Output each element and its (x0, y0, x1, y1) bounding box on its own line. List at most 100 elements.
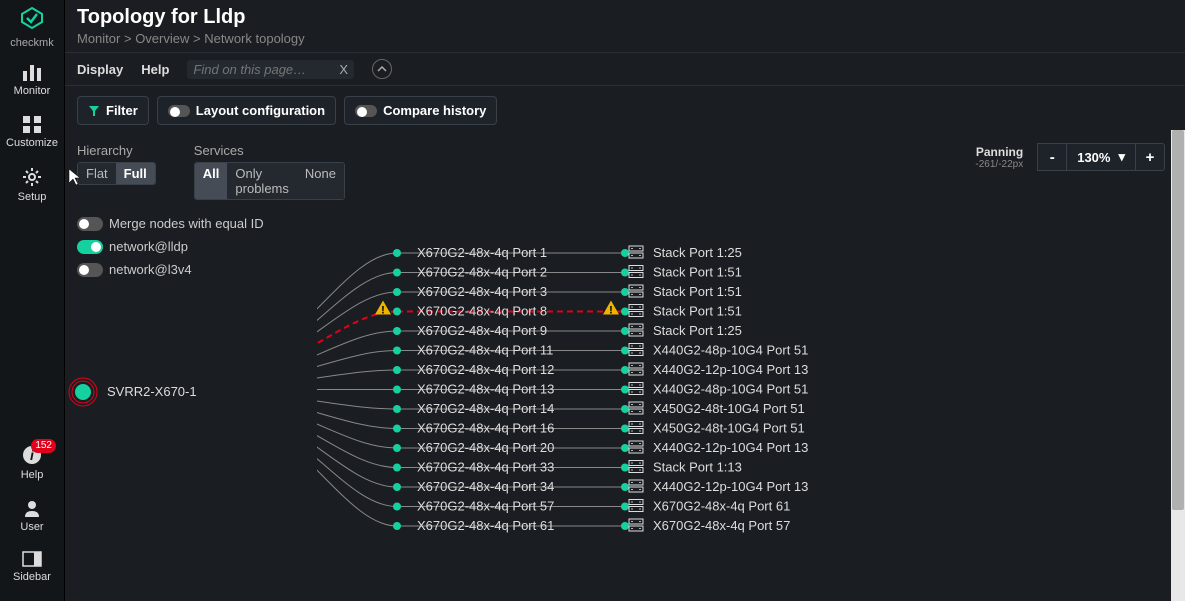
remote-label[interactable]: X450G2-48t-10G4 Port 51 (653, 401, 805, 416)
layout-config-button[interactable]: Layout configuration (157, 96, 336, 125)
remote-label[interactable]: Stack Port 1:51 (653, 304, 742, 319)
port-node[interactable] (621, 288, 629, 296)
menu-help[interactable]: Help (141, 62, 169, 77)
chevron-up-icon[interactable] (372, 59, 392, 79)
breadcrumb[interactable]: Monitor > Overview > Network topology (77, 31, 1173, 46)
port-node[interactable] (621, 405, 629, 413)
toggle-lldp-switch[interactable] (77, 240, 103, 254)
device-icon[interactable] (629, 422, 643, 434)
port-node[interactable] (393, 249, 401, 257)
remote-label[interactable]: X670G2-48x-4q Port 61 (653, 499, 790, 514)
port-label[interactable]: X670G2-48x-4q Port 3 (417, 284, 547, 299)
remote-label[interactable]: Stack Port 1:51 (653, 265, 742, 280)
device-icon[interactable] (629, 500, 643, 512)
nav-sidebar[interactable]: Sidebar (0, 551, 64, 583)
port-node[interactable] (393, 425, 401, 433)
port-label[interactable]: X670G2-48x-4q Port 11 (417, 343, 553, 358)
compare-history-button[interactable]: Compare history (344, 96, 497, 125)
port-label[interactable]: X670G2-48x-4q Port 2 (417, 265, 547, 280)
port-node[interactable] (393, 405, 401, 413)
scrollbar[interactable] (1171, 130, 1185, 601)
hierarchy-full[interactable]: Full (116, 163, 155, 184)
remote-label[interactable]: X440G2-12p-10G4 Port 13 (653, 362, 808, 377)
toggle-merge-switch[interactable] (77, 217, 103, 231)
zoom-in-button[interactable]: + (1135, 143, 1165, 171)
port-node[interactable] (621, 425, 629, 433)
remote-label[interactable]: Stack Port 1:13 (653, 460, 742, 475)
port-node[interactable] (621, 347, 629, 355)
services-only-problems[interactable]: Only problems (227, 163, 296, 199)
remote-label[interactable]: Stack Port 1:25 (653, 245, 742, 260)
device-icon[interactable] (629, 519, 643, 531)
device-icon[interactable] (629, 480, 643, 492)
port-node[interactable] (393, 386, 401, 394)
device-icon[interactable] (629, 266, 643, 278)
port-node[interactable] (621, 308, 629, 316)
port-node[interactable] (621, 503, 629, 511)
port-label[interactable]: X670G2-48x-4q Port 12 (417, 362, 554, 377)
port-node[interactable] (393, 308, 401, 316)
port-label[interactable]: X670G2-48x-4q Port 33 (417, 460, 554, 475)
nav-help[interactable]: 152 i Help (0, 445, 64, 481)
port-node[interactable] (621, 366, 629, 374)
clear-search-icon[interactable]: X (339, 62, 348, 77)
nav-setup[interactable]: Setup (0, 167, 64, 203)
remote-label[interactable]: X440G2-48p-10G4 Port 51 (653, 382, 808, 397)
zoom-value[interactable]: 130% ▾ (1067, 143, 1135, 171)
port-node[interactable] (393, 327, 401, 335)
port-node[interactable] (393, 483, 401, 491)
device-icon[interactable] (629, 461, 643, 473)
device-icon[interactable] (629, 324, 643, 336)
port-label[interactable]: X670G2-48x-4q Port 1 (417, 245, 547, 260)
port-node[interactable] (621, 464, 629, 472)
topology-canvas[interactable]: X670G2-48x-4q Port 1 Stack Port 1:25 X670G… (317, 143, 1173, 593)
remote-label[interactable]: Stack Port 1:25 (653, 323, 742, 338)
port-label[interactable]: X670G2-48x-4q Port 61 (417, 518, 554, 533)
port-node[interactable] (393, 288, 401, 296)
port-label[interactable]: X670G2-48x-4q Port 14 (417, 401, 554, 416)
port-node[interactable] (393, 269, 401, 277)
port-label[interactable]: X670G2-48x-4q Port 9 (417, 323, 547, 338)
nav-customize[interactable]: Customize (0, 115, 64, 149)
device-icon[interactable] (629, 246, 643, 258)
device-icon[interactable] (629, 285, 643, 297)
remote-label[interactable]: X440G2-12p-10G4 Port 13 (653, 479, 808, 494)
menu-display[interactable]: Display (77, 62, 123, 77)
port-node[interactable] (621, 249, 629, 257)
remote-label[interactable]: Stack Port 1:51 (653, 284, 742, 299)
port-node[interactable] (393, 503, 401, 511)
device-icon[interactable] (629, 344, 643, 356)
port-node[interactable] (621, 327, 629, 335)
services-all[interactable]: All (195, 163, 228, 199)
port-node[interactable] (621, 444, 629, 452)
nav-monitor[interactable]: Monitor (0, 63, 64, 97)
filter-button[interactable]: Filter (77, 96, 149, 125)
port-label[interactable]: X670G2-48x-4q Port 20 (417, 440, 554, 455)
device-icon[interactable] (629, 383, 643, 395)
toggle-l3v4-switch[interactable] (77, 263, 103, 277)
port-node[interactable] (393, 444, 401, 452)
port-label[interactable]: X670G2-48x-4q Port 34 (417, 479, 554, 494)
port-node[interactable] (621, 269, 629, 277)
port-node[interactable] (393, 366, 401, 374)
port-node[interactable] (621, 386, 629, 394)
device-icon[interactable] (629, 441, 643, 453)
remote-label[interactable]: X440G2-12p-10G4 Port 13 (653, 440, 808, 455)
device-icon[interactable] (629, 402, 643, 414)
port-label[interactable]: X670G2-48x-4q Port 57 (417, 499, 554, 514)
remote-label[interactable]: X450G2-48t-10G4 Port 51 (653, 421, 805, 436)
port-label[interactable]: X670G2-48x-4q Port 16 (417, 421, 554, 436)
search-input[interactable] (193, 62, 333, 77)
scrollbar-thumb[interactable] (1172, 130, 1184, 510)
zoom-out-button[interactable]: - (1037, 143, 1067, 171)
remote-label[interactable]: X670G2-48x-4q Port 57 (653, 518, 790, 533)
port-node[interactable] (393, 347, 401, 355)
port-node[interactable] (393, 464, 401, 472)
port-label[interactable]: X670G2-48x-4q Port 13 (417, 382, 554, 397)
nav-user[interactable]: User (0, 499, 64, 533)
port-node[interactable] (393, 522, 401, 530)
remote-label[interactable]: X440G2-48p-10G4 Port 51 (653, 343, 808, 358)
device-icon[interactable] (629, 305, 643, 317)
port-node[interactable] (621, 483, 629, 491)
hierarchy-flat[interactable]: Flat (78, 163, 116, 184)
